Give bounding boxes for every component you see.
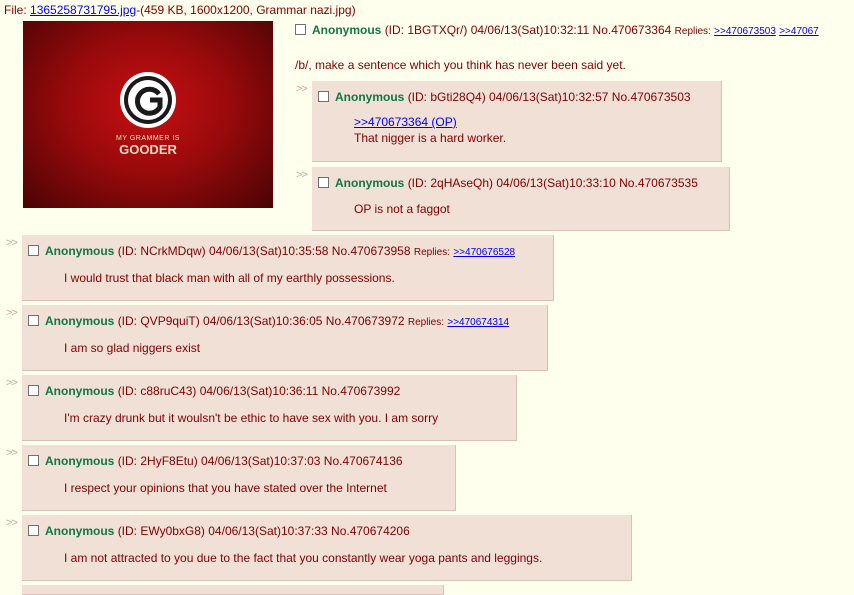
- op-image[interactable]: MY GRAMMER IS GOODER: [23, 21, 273, 208]
- reply-post-partial: [22, 585, 444, 595]
- reply-post: Anonymous (ID: bGti28Q4) 04/06/13(Sat)10…: [312, 81, 722, 162]
- post-checkbox[interactable]: [318, 177, 329, 188]
- file-link[interactable]: 1365258731795.jpg: [30, 3, 136, 17]
- op-reply-link-2[interactable]: >>47067: [779, 26, 819, 37]
- reply-post: Anonymous (ID: c88ruC43) 04/06/13(Sat)10…: [22, 375, 517, 441]
- reply-post: Anonymous (ID: EWy0bxG8) 04/06/13(Sat)10…: [22, 515, 632, 581]
- poster-name: Anonymous: [45, 524, 115, 538]
- reply-post: Anonymous (ID: NCrkMDqw) 04/06/13(Sat)10…: [22, 235, 554, 301]
- post-comment: I am so glad niggers exist: [64, 341, 201, 355]
- image-caption-2: GOODER: [119, 142, 177, 157]
- op-comment: /b/, make a sentence which you think has…: [295, 58, 626, 72]
- post-checkbox[interactable]: [28, 315, 39, 326]
- file-meta: -(459 KB, 1600x1200, Grammar nazi.jpg): [136, 3, 356, 17]
- post-header: Anonymous (ID: c88ruC43) 04/06/13(Sat)10…: [28, 384, 400, 398]
- post-comment: I would trust that black man with all of…: [64, 271, 395, 285]
- file-info: File: 1365258731795.jpg-(459 KB, 1600x12…: [4, 3, 356, 17]
- post-replies-label: Replies:: [407, 317, 445, 328]
- reply-arrows: >>: [6, 447, 18, 459]
- post-comment: OP is not a faggot: [354, 202, 450, 216]
- post-info: (ID: bGti28Q4) 04/06/13(Sat)10:32:57 No.…: [407, 90, 691, 104]
- op-post: Anonymous (ID: 1BGTXQr/) 04/06/13(Sat)10…: [295, 20, 854, 72]
- post-reply-link[interactable]: >>470674314: [447, 317, 509, 328]
- post-info: (ID: NCrkMDqw) 04/06/13(Sat)10:35:58 No.…: [117, 244, 411, 258]
- post-header: Anonymous (ID: NCrkMDqw) 04/06/13(Sat)10…: [28, 244, 515, 258]
- reply-arrows: >>: [296, 83, 308, 95]
- post-header: Anonymous (ID: EWy0bxG8) 04/06/13(Sat)10…: [28, 524, 410, 538]
- op-info: (ID: 1BGTXQr/) 04/06/13(Sat)10:32:11 No.…: [384, 23, 672, 37]
- op-header: Anonymous (ID: 1BGTXQr/) 04/06/13(Sat)10…: [295, 20, 854, 40]
- post-checkbox[interactable]: [318, 91, 329, 102]
- post-info: (ID: c88ruC43) 04/06/13(Sat)10:36:11 No.…: [117, 384, 401, 398]
- post-header: Anonymous (ID: 2HyF8Etu) 04/06/13(Sat)10…: [28, 454, 403, 468]
- file-prefix: File:: [4, 3, 31, 17]
- poster-name: Anonymous: [335, 90, 405, 104]
- post-checkbox[interactable]: [28, 385, 39, 396]
- reply-arrows: >>: [6, 377, 18, 389]
- poster-name: Anonymous: [45, 244, 115, 258]
- quote-link[interactable]: >>470673364 (OP): [354, 115, 457, 129]
- poster-name: Anonymous: [45, 314, 115, 328]
- post-comment: I am not attracted to you due to the fac…: [64, 551, 543, 565]
- op-reply-link-1[interactable]: >>470673503: [714, 26, 776, 37]
- post-checkbox[interactable]: [28, 245, 39, 256]
- reply-arrows: >>: [296, 169, 308, 181]
- reply-post: Anonymous (ID: QVP9quiT) 04/06/13(Sat)10…: [22, 305, 548, 371]
- reply-arrows: >>: [6, 237, 18, 249]
- post-comment: I respect your opinions that you have st…: [64, 481, 387, 495]
- poster-name: Anonymous: [335, 176, 405, 190]
- reply-post: Anonymous (ID: 2qHAseQh) 04/06/13(Sat)10…: [312, 167, 730, 231]
- post-checkbox[interactable]: [28, 455, 39, 466]
- op-name: Anonymous: [312, 23, 382, 37]
- poster-name: Anonymous: [45, 454, 115, 468]
- image-caption-1: MY GRAMMER IS: [116, 135, 180, 142]
- post-replies-label: Replies:: [413, 247, 450, 258]
- post-comment: I'm crazy drunk but it woulsn't be ethic…: [64, 411, 439, 425]
- reply-arrows: >>: [6, 517, 18, 529]
- post-header: Anonymous (ID: bGti28Q4) 04/06/13(Sat)10…: [318, 90, 691, 104]
- post-comment: That nigger is a hard worker.: [354, 131, 507, 145]
- post-header: Anonymous (ID: 2qHAseQh) 04/06/13(Sat)10…: [318, 176, 698, 190]
- grammar-logo-icon: MY GRAMMER IS GOODER: [116, 72, 180, 157]
- post-info: (ID: 2HyF8Etu) 04/06/13(Sat)10:37:03 No.…: [117, 454, 403, 468]
- reply-arrows: >>: [6, 307, 18, 319]
- poster-name: Anonymous: [45, 384, 115, 398]
- post-info: (ID: 2qHAseQh) 04/06/13(Sat)10:33:10 No.…: [407, 176, 698, 190]
- op-checkbox[interactable]: [295, 24, 306, 35]
- post-header: Anonymous (ID: QVP9quiT) 04/06/13(Sat)10…: [28, 314, 509, 328]
- post-info: (ID: QVP9quiT) 04/06/13(Sat)10:36:05 No.…: [117, 314, 405, 328]
- op-replies-label: Replies:: [674, 26, 711, 37]
- post-checkbox[interactable]: [28, 525, 39, 536]
- post-reply-link[interactable]: >>470676528: [453, 247, 515, 258]
- post-info: (ID: EWy0bxG8) 04/06/13(Sat)10:37:33 No.…: [117, 524, 410, 538]
- reply-post: Anonymous (ID: 2HyF8Etu) 04/06/13(Sat)10…: [22, 445, 456, 511]
